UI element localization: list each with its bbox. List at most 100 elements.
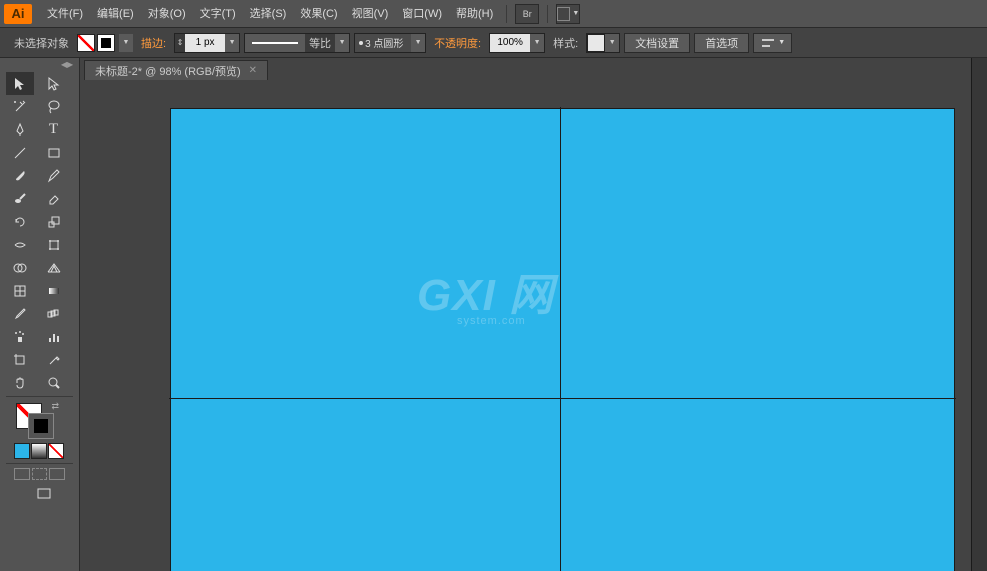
guide-horizontal[interactable] (169, 398, 956, 399)
swap-icon[interactable]: ⇄ (51, 401, 59, 412)
document-tabs: 未标题-2* @ 98% (RGB/预览) ✕ (80, 58, 971, 80)
tool-column-graph[interactable] (40, 325, 68, 348)
menu-file[interactable]: 文件(F) (40, 0, 90, 28)
document-setup-button[interactable]: 文档设置 (624, 33, 690, 53)
menu-type[interactable]: 文字(T) (193, 0, 243, 28)
tool-pen[interactable] (6, 118, 34, 141)
selection-status: 未选择对象 (14, 35, 69, 51)
menu-edit[interactable]: 编辑(E) (90, 0, 141, 28)
drawing-mode-behind[interactable] (32, 468, 48, 480)
guide-vertical[interactable] (560, 107, 561, 571)
tool-selection[interactable] (6, 72, 34, 95)
drawing-mode-normal[interactable] (14, 468, 30, 480)
chevron-down-icon[interactable]: ▼ (530, 34, 544, 52)
artboard[interactable]: GXI 网 system.com (170, 108, 955, 571)
chevron-down-icon: ▼ (572, 10, 579, 17)
align-button[interactable]: ▼ (753, 33, 792, 53)
bridge-button[interactable]: Br (515, 4, 539, 24)
document-tab[interactable]: 未标题-2* @ 98% (RGB/预览) ✕ (84, 60, 268, 80)
chevron-down-icon[interactable]: ▼ (411, 34, 425, 52)
stroke-label[interactable]: 描边: (141, 35, 166, 51)
canvas-area: 未标题-2* @ 98% (RGB/预览) ✕ GXI 网 system.com (80, 58, 971, 571)
tool-eraser[interactable] (40, 187, 68, 210)
tool-lasso[interactable] (40, 95, 68, 118)
drawing-mode-inside[interactable] (49, 468, 65, 480)
chevron-down-icon[interactable]: ▼ (225, 34, 239, 52)
menu-select[interactable]: 选择(S) (243, 0, 294, 28)
tool-pencil[interactable] (40, 164, 68, 187)
tool-perspective-grid[interactable] (40, 256, 68, 279)
brush-selector[interactable]: 3 点圆形 ▼ (354, 33, 426, 53)
tool-width[interactable] (6, 233, 34, 256)
preferences-button[interactable]: 首选项 (694, 33, 749, 53)
tool-rectangle[interactable] (40, 141, 68, 164)
tool-hand[interactable] (6, 371, 34, 394)
stroke-profile-label: 等比 (305, 35, 335, 51)
tool-blend[interactable] (40, 302, 68, 325)
brush-preview: 3 点圆形 (355, 34, 411, 52)
opacity-value[interactable]: 100% (490, 34, 530, 52)
workspace-selector[interactable]: ▼ (556, 4, 580, 24)
close-icon[interactable]: ✕ (249, 65, 257, 76)
gradient-chip[interactable] (31, 443, 47, 459)
tool-rotate[interactable] (6, 210, 34, 233)
stroke-profile-selector[interactable]: 等比 ▼ (244, 33, 350, 53)
stroke-swatch[interactable] (97, 34, 115, 52)
menubar: Ai 文件(F) 编辑(E) 对象(O) 文字(T) 选择(S) 效果(C) 视… (0, 0, 987, 28)
menu-view[interactable]: 视图(V) (345, 0, 396, 28)
tool-line[interactable] (6, 141, 34, 164)
tool-paintbrush[interactable] (6, 164, 34, 187)
toolbox-header[interactable]: ◀▶ (0, 58, 79, 70)
tool-type[interactable]: T (40, 118, 68, 141)
fill-stroke-swatches (77, 34, 115, 52)
watermark: GXI 网 system.com (417, 259, 554, 327)
opacity-label[interactable]: 不透明度: (434, 35, 481, 51)
tool-slice[interactable] (40, 348, 68, 371)
stepper-icon[interactable]: ⇕ (175, 38, 185, 47)
style-label: 样式: (553, 35, 578, 51)
tool-gradient[interactable] (40, 279, 68, 302)
tool-zoom[interactable] (40, 371, 68, 394)
separator (547, 5, 548, 23)
tab-title: 未标题-2* @ 98% (RGB/预览) (95, 63, 241, 79)
menu-help[interactable]: 帮助(H) (449, 0, 500, 28)
chevron-down-icon[interactable]: ▼ (605, 34, 619, 52)
tool-symbol-sprayer[interactable] (6, 325, 34, 348)
separator (506, 5, 507, 23)
opacity-input[interactable]: 100% ▼ (489, 33, 545, 53)
tool-magic-wand[interactable] (6, 95, 34, 118)
screen-mode-button[interactable] (14, 482, 73, 505)
stroke-preview (245, 34, 305, 52)
tool-blob-brush[interactable] (6, 187, 34, 210)
stroke-width-value[interactable]: 1 px (185, 34, 225, 52)
style-selector[interactable]: ▼ (586, 33, 620, 53)
collapse-icon[interactable]: ◀▶ (59, 60, 75, 68)
tool-scale[interactable] (40, 210, 68, 233)
stroke-width-input[interactable]: ⇕ 1 px ▼ (174, 33, 240, 53)
chevron-down-icon[interactable]: ▼ (335, 34, 349, 52)
style-preview (587, 34, 605, 52)
color-chip[interactable] (14, 443, 30, 459)
tool-shape-builder[interactable] (6, 256, 34, 279)
menu-object[interactable]: 对象(O) (141, 0, 193, 28)
tool-artboard[interactable] (6, 348, 34, 371)
menu-window[interactable]: 窗口(W) (395, 0, 449, 28)
menu-effect[interactable]: 效果(C) (293, 0, 344, 28)
app-logo: Ai (4, 4, 32, 24)
tool-direct-selection[interactable] (40, 72, 68, 95)
fill-stroke-control[interactable]: ⇄ (6, 399, 73, 441)
none-chip[interactable] (48, 443, 64, 459)
fill-swatch[interactable] (77, 34, 95, 52)
panel-dock[interactable] (971, 58, 987, 571)
workspace-icon (557, 7, 570, 21)
chevron-down-icon[interactable]: ▼ (119, 34, 133, 52)
stroke-color-box[interactable] (28, 413, 54, 439)
align-icon (760, 35, 776, 51)
tool-eyedropper[interactable] (6, 302, 34, 325)
canvas-viewport[interactable]: GXI 网 system.com (80, 80, 971, 571)
tool-free-transform[interactable] (40, 233, 68, 256)
controlbar: 未选择对象 ▼ 描边: ⇕ 1 px ▼ 等比 ▼ 3 点圆形 ▼ 不透明度: … (0, 28, 987, 58)
chevron-down-icon: ▼ (778, 39, 785, 46)
tool-mesh[interactable] (6, 279, 34, 302)
toolbox: ◀▶ T (0, 58, 80, 571)
